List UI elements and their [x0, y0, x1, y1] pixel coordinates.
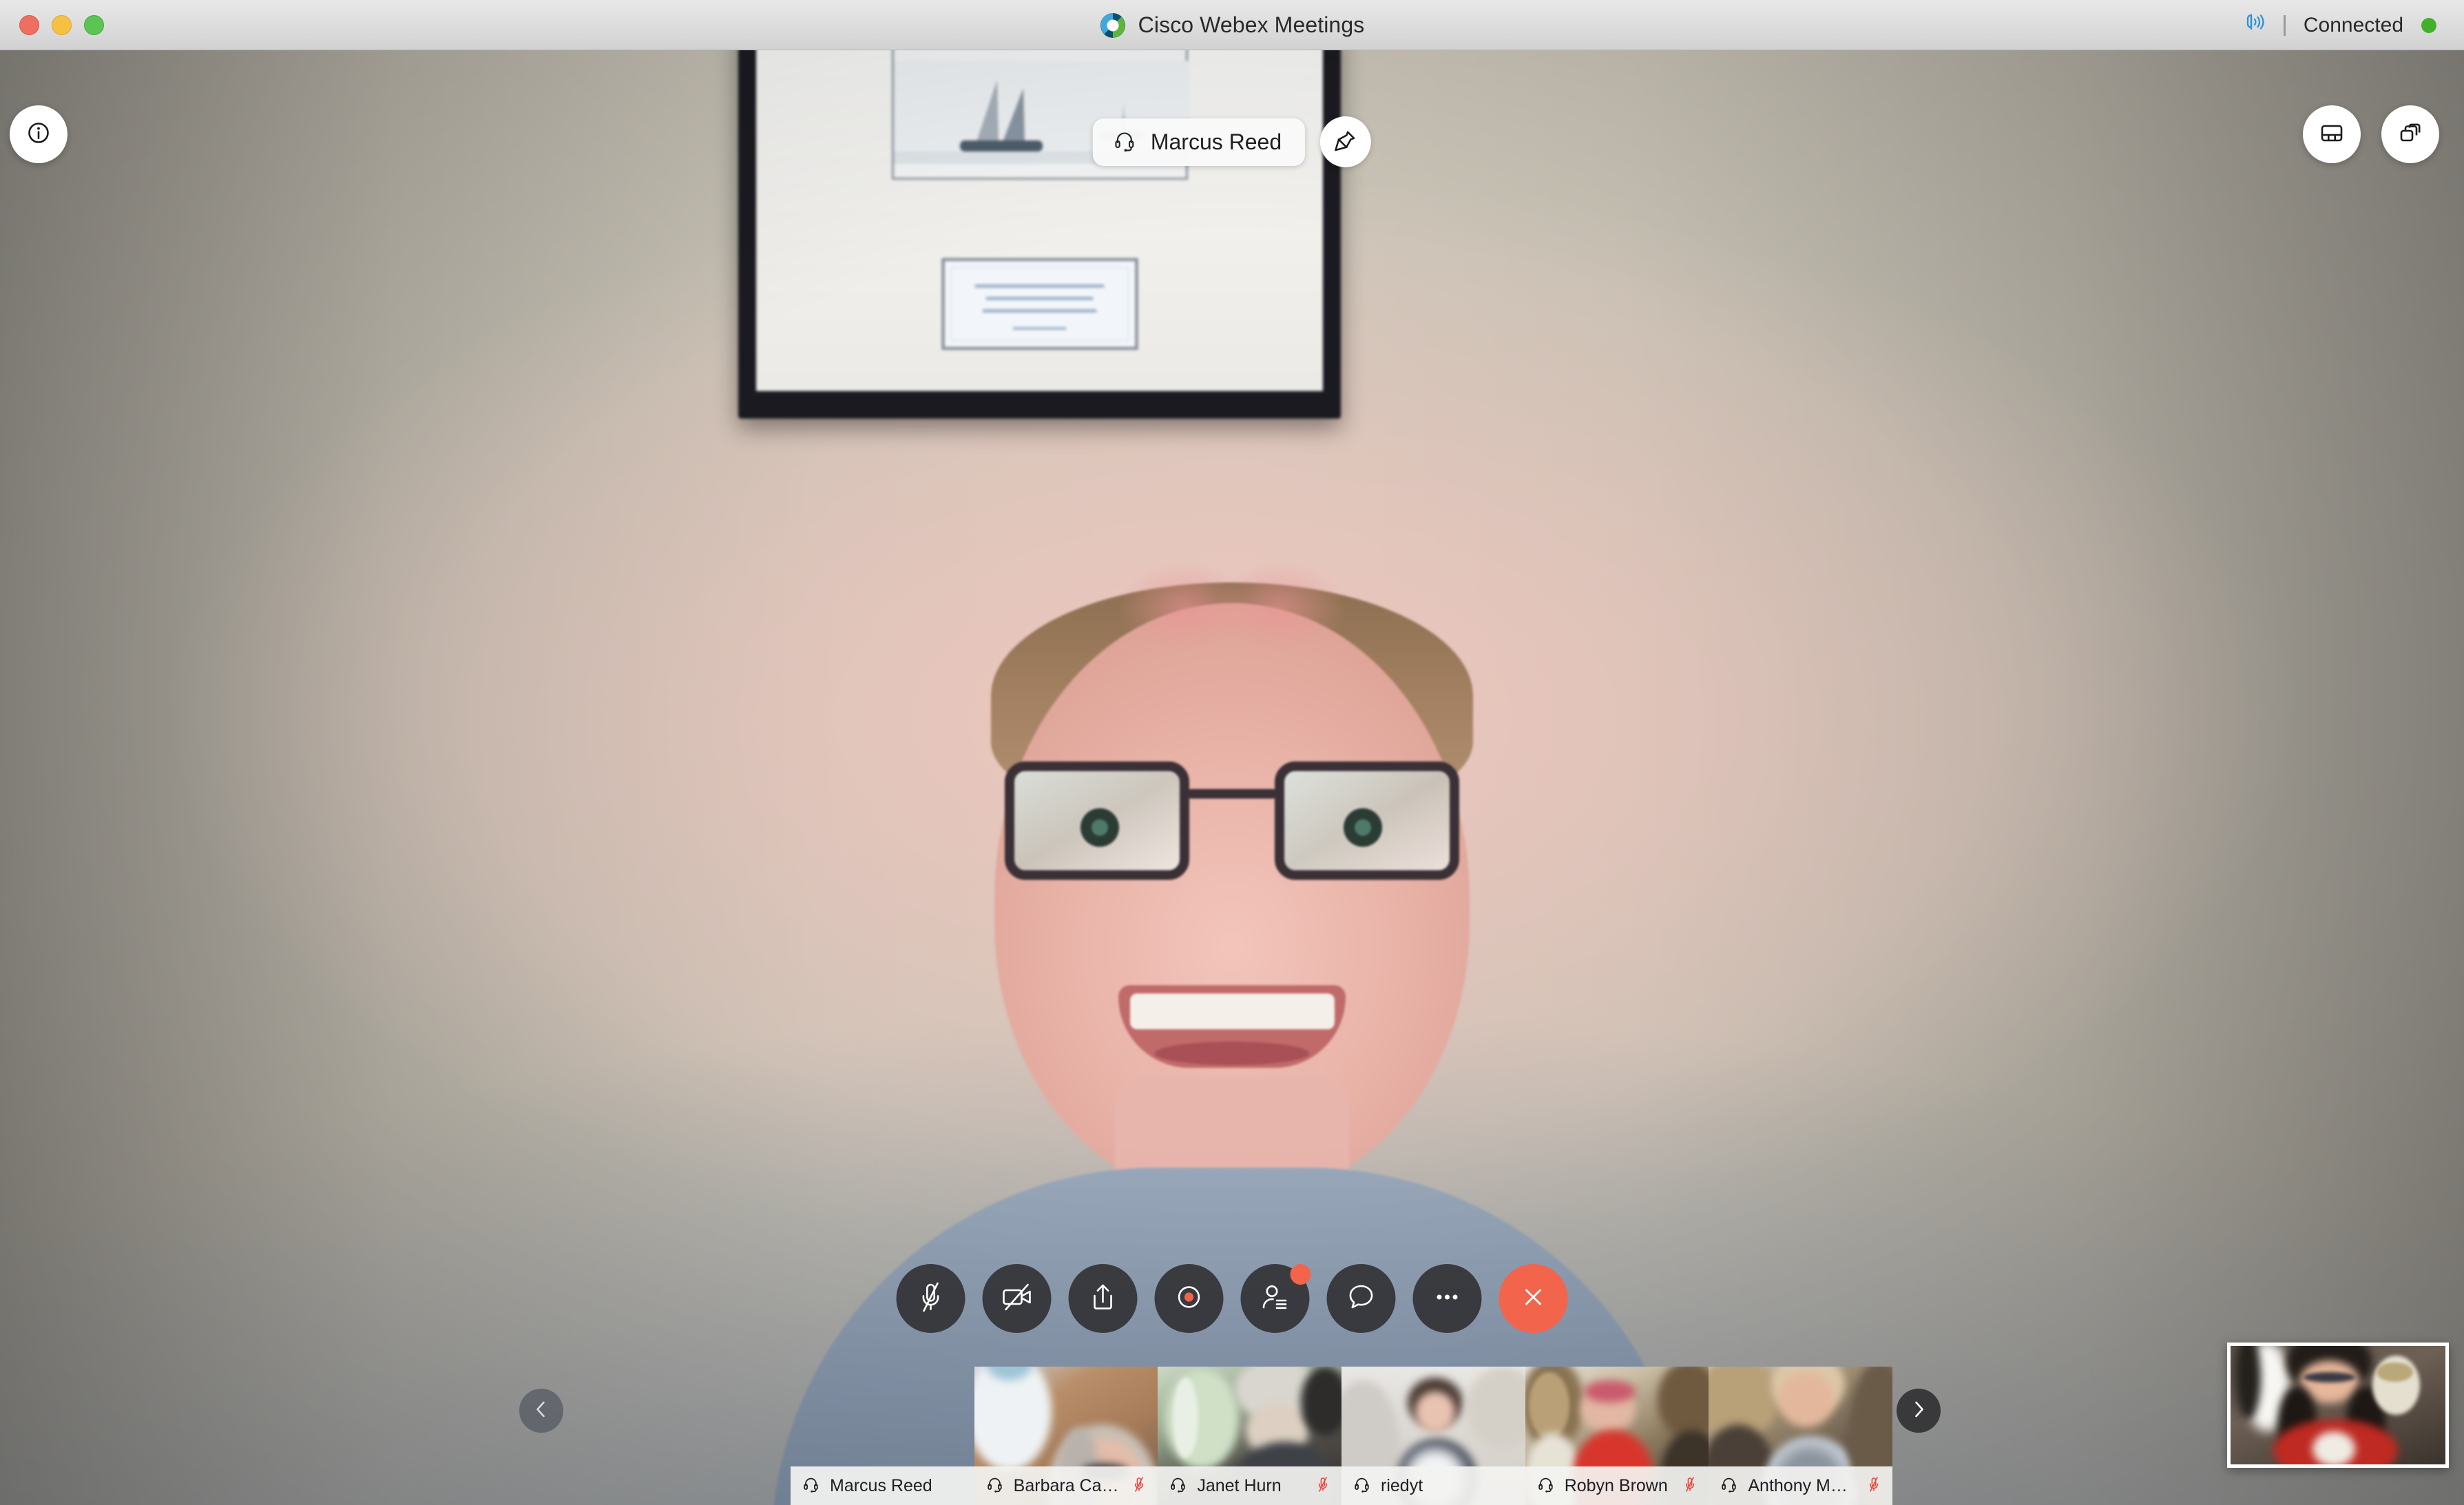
- filmstrip-tile[interactable]: Janet Hurn: [1158, 1367, 1342, 1505]
- ellipsis-icon: [1430, 1279, 1465, 1318]
- filmstrip-name-bar: Barbara Caudill: [974, 1466, 1158, 1505]
- microphone-muted-icon: [1130, 1475, 1148, 1497]
- active-speaker-name-badge: Marcus Reed: [1092, 118, 1306, 166]
- headset-icon: [1112, 128, 1137, 156]
- multi-window-button[interactable]: [2381, 105, 2439, 163]
- title-bar: Cisco Webex Meetings Connected: [0, 0, 2464, 50]
- microphone-muted-icon: [1865, 1475, 1883, 1497]
- maximize-window-button[interactable]: [84, 14, 104, 35]
- more-options-button[interactable]: [1412, 1264, 1482, 1333]
- headset-icon: [1353, 1475, 1371, 1497]
- microphone-muted-icon: [1681, 1475, 1699, 1497]
- camera-off-icon: [999, 1279, 1035, 1318]
- headset-icon: [802, 1475, 820, 1497]
- filmstrip-tile[interactable]: Robyn Brown: [1525, 1367, 1709, 1505]
- pin-speaker-button[interactable]: [1320, 116, 1372, 167]
- webex-meeting-window: Cisco Webex Meetings Connected Marcus Re…: [0, 0, 2464, 1505]
- participants-button[interactable]: [1240, 1264, 1311, 1333]
- stacked-windows-icon: [2396, 118, 2425, 151]
- stop-video-button[interactable]: [982, 1264, 1052, 1333]
- meeting-stage: Marcus Reed Marcus Reed Barbara Caudill …: [0, 50, 2464, 1505]
- participant-name: Marcus Reed: [830, 1475, 932, 1495]
- status-divider: [2283, 14, 2286, 36]
- microphone-muted-icon: [913, 1279, 949, 1318]
- connection-status-dot: [2421, 17, 2436, 33]
- active-speaker-overlay: Marcus Reed: [1092, 116, 1372, 167]
- connection-status-label: Connected: [2303, 13, 2403, 36]
- filmstrip-tile[interactable]: Marcus Reed: [791, 1367, 974, 1505]
- participant-name: riedyt: [1381, 1475, 1423, 1495]
- participant-name: Robyn Brown: [1564, 1475, 1668, 1495]
- record-dot-icon: [1171, 1279, 1207, 1318]
- filmstrip-prev-button[interactable]: [519, 1389, 563, 1433]
- filmstrip-name-bar: Anthony Mansfield: [1709, 1466, 1893, 1505]
- participant-name: Janet Hurn: [1197, 1475, 1282, 1495]
- chat-bubble-icon: [1344, 1279, 1379, 1318]
- end-meeting-button[interactable]: [1499, 1264, 1568, 1333]
- filmstrip-next-button[interactable]: [1897, 1389, 1941, 1433]
- headset-icon: [1536, 1475, 1555, 1497]
- window-title: Cisco Webex Meetings: [1138, 12, 1365, 37]
- filmstrip-name-bar: Janet Hurn: [1158, 1466, 1342, 1505]
- chat-button[interactable]: [1326, 1264, 1396, 1333]
- close-window-button[interactable]: [19, 14, 39, 35]
- headset-icon: [985, 1475, 1004, 1497]
- share-up-icon: [1085, 1279, 1121, 1318]
- webex-logo-icon: [1100, 12, 1126, 39]
- headset-icon: [1169, 1475, 1187, 1497]
- title-bar-status: Connected: [2238, 0, 2436, 50]
- participants-notification-badge: [1290, 1264, 1311, 1285]
- filmstrip-name-bar: Robyn Brown: [1525, 1466, 1709, 1505]
- headset-icon: [1720, 1475, 1738, 1497]
- participant-name: Barbara Caudill: [1013, 1475, 1121, 1495]
- participants-icon: [1257, 1279, 1293, 1318]
- filmstrip-name-bar: Marcus Reed: [791, 1466, 974, 1505]
- layout-grid-icon: [2317, 118, 2346, 151]
- mute-button[interactable]: [896, 1264, 965, 1333]
- info-circle-icon: [24, 118, 53, 151]
- audio-broadcast-icon[interactable]: [2238, 12, 2266, 39]
- active-speaker-name: Marcus Reed: [1150, 129, 1282, 154]
- title-center-group: Cisco Webex Meetings: [0, 0, 2464, 50]
- filmstrip-name-bar: riedyt: [1341, 1466, 1525, 1505]
- filmstrip-tile[interactable]: riedyt: [1341, 1367, 1525, 1505]
- stage-view-buttons: [2303, 105, 2439, 163]
- pin-icon: [1333, 127, 1359, 157]
- chevron-left-icon: [530, 1398, 553, 1424]
- meeting-control-bar: [896, 1264, 1568, 1333]
- chevron-right-icon: [1907, 1398, 1930, 1424]
- share-screen-button[interactable]: [1068, 1264, 1138, 1333]
- participants-filmstrip[interactable]: Marcus Reed Barbara Caudill Janet Hurn r…: [791, 1367, 1893, 1505]
- participant-name: Anthony Mansfield: [1748, 1475, 1856, 1495]
- meeting-info-button[interactable]: [10, 105, 67, 163]
- microphone-muted-icon: [1314, 1475, 1332, 1497]
- filmstrip-tile[interactable]: Anthony Mansfield: [1709, 1367, 1893, 1505]
- filmstrip-tile[interactable]: Barbara Caudill: [974, 1367, 1158, 1505]
- record-button[interactable]: [1154, 1264, 1224, 1333]
- minimize-window-button[interactable]: [52, 14, 72, 35]
- close-x-icon: [1516, 1279, 1552, 1318]
- self-view-video[interactable]: [2227, 1343, 2449, 1468]
- window-traffic-lights: [19, 14, 104, 35]
- layout-view-button[interactable]: [2303, 105, 2361, 163]
